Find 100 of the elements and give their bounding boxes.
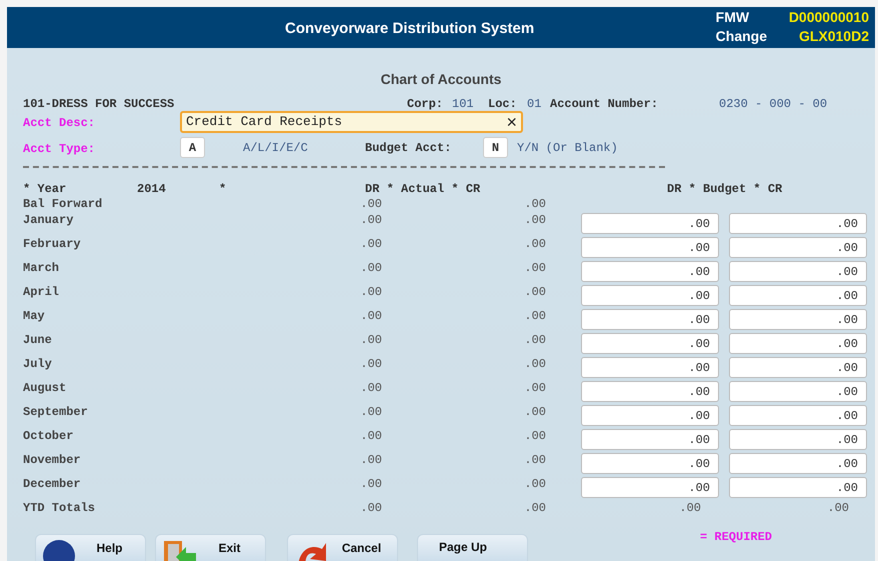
budget-input[interactable]: .00 bbox=[729, 381, 867, 402]
table-cell-text: .00 bbox=[523, 236, 546, 253]
budget-input[interactable]: .00 bbox=[729, 333, 867, 354]
table-cell-text: .00 bbox=[678, 500, 701, 517]
table-cell-text: .00 bbox=[359, 452, 382, 469]
table-cell-text: .00 bbox=[359, 476, 382, 493]
field-label: Acct Desc: bbox=[23, 115, 96, 132]
row-label: January bbox=[23, 212, 74, 229]
field-label: Budget Acct: bbox=[365, 140, 452, 157]
table-cell-text: .00 bbox=[523, 260, 546, 277]
account-number: 0230 - 000 - 00 bbox=[719, 96, 828, 113]
row-label: April bbox=[23, 284, 60, 301]
row-label: June bbox=[23, 332, 52, 349]
table-cell-text: .00 bbox=[359, 212, 382, 229]
budget-input[interactable]: .00 bbox=[581, 213, 719, 234]
budget-input[interactable]: .00 bbox=[729, 213, 867, 234]
row-label: May bbox=[23, 308, 45, 325]
budget-input[interactable]: .00 bbox=[729, 429, 867, 450]
toolbar-button[interactable]: Help bbox=[35, 534, 146, 561]
description-field[interactable]: Credit Card Receipts × bbox=[180, 111, 523, 133]
budget-input[interactable]: .00 bbox=[729, 285, 867, 306]
budget-input[interactable]: .00 bbox=[729, 453, 867, 474]
budget-input[interactable]: .00 bbox=[581, 477, 719, 498]
table-cell-text: .00 bbox=[359, 356, 382, 373]
table-cell-text: .00 bbox=[523, 196, 546, 213]
table-cell-text: .00 bbox=[359, 332, 382, 349]
table-cell-text: .00 bbox=[359, 284, 382, 301]
format-hint: A/L/I/E/C bbox=[243, 140, 308, 157]
window-title: Conveyorware Distribution System bbox=[285, 19, 534, 39]
row-label: August bbox=[23, 380, 66, 397]
budget-input[interactable]: .00 bbox=[729, 477, 867, 498]
required-note: = REQUIRED bbox=[700, 529, 772, 546]
row-label: December bbox=[23, 476, 81, 493]
table-cell-text: .00 bbox=[523, 356, 546, 373]
budget-acct-field[interactable]: N bbox=[483, 137, 508, 158]
page-title: Chart of Accounts bbox=[380, 70, 502, 87]
field-label: Acct Type: bbox=[23, 141, 96, 158]
company-name: 101-DRESS FOR SUCCESS bbox=[23, 96, 174, 113]
table-cell-text: .00 bbox=[523, 284, 546, 301]
table-cell-text: .00 bbox=[359, 380, 382, 397]
toolbar-button[interactable]: Page Up bbox=[417, 534, 528, 561]
table-cell-text: .00 bbox=[359, 404, 382, 421]
row-label: February bbox=[23, 236, 81, 253]
corp-label: Corp: bbox=[407, 96, 444, 113]
column-header: * bbox=[219, 181, 226, 198]
table-cell-text: .00 bbox=[359, 308, 382, 325]
table-cell-text: .00 bbox=[359, 196, 382, 213]
table-cell-text: .00 bbox=[523, 428, 546, 445]
account-number-label: Account Number: bbox=[550, 96, 658, 113]
budget-input[interactable]: .00 bbox=[729, 237, 867, 258]
year-value: 2014 bbox=[137, 181, 166, 198]
budget-input[interactable]: .00 bbox=[581, 237, 719, 258]
column-header: * Year bbox=[23, 181, 66, 198]
row-label: July bbox=[23, 356, 52, 373]
acct-type-field[interactable]: A bbox=[180, 137, 205, 158]
field-label: FMW bbox=[716, 8, 750, 27]
table-cell-text: .00 bbox=[359, 500, 382, 517]
budget-input[interactable]: .00 bbox=[729, 261, 867, 282]
table-cell-text: .00 bbox=[523, 380, 546, 397]
budget-input[interactable]: .00 bbox=[581, 357, 719, 378]
budget-input[interactable]: .00 bbox=[581, 261, 719, 282]
field-label: Change bbox=[716, 27, 767, 46]
row-label: Bal Forward bbox=[23, 196, 102, 213]
budget-input[interactable]: .00 bbox=[729, 357, 867, 378]
row-label: March bbox=[23, 260, 60, 277]
budget-input[interactable]: .00 bbox=[581, 381, 719, 402]
table-cell-text: .00 bbox=[359, 260, 382, 277]
budget-input[interactable]: .00 bbox=[581, 333, 719, 354]
budget-input[interactable]: .00 bbox=[581, 405, 719, 426]
row-label: November bbox=[23, 452, 81, 469]
row-label: September bbox=[23, 404, 88, 421]
loc-label: Loc: bbox=[488, 96, 517, 113]
door-arrow-icon bbox=[162, 539, 198, 561]
column-header: DR * Budget * CR bbox=[667, 181, 782, 198]
toolbar-button[interactable]: Cancel bbox=[287, 534, 398, 561]
budget-input[interactable]: .00 bbox=[581, 309, 719, 330]
field-value: GLX010D2 bbox=[798, 27, 869, 46]
table-cell-text: .00 bbox=[523, 500, 546, 517]
table-cell-text: .00 bbox=[359, 428, 382, 445]
table-cell-text: .00 bbox=[826, 500, 849, 517]
table-cell-text: .00 bbox=[359, 236, 382, 253]
budget-input[interactable]: .00 bbox=[729, 405, 867, 426]
toolbar-button[interactable]: Exit bbox=[155, 534, 266, 561]
format-hint: Y/N (Or Blank) bbox=[517, 140, 618, 157]
table-cell-text: .00 bbox=[523, 452, 546, 469]
budget-input[interactable]: .00 bbox=[581, 285, 719, 306]
table-cell-text: .00 bbox=[523, 404, 546, 421]
table-cell-text: .00 bbox=[523, 308, 546, 325]
column-header: DR * Actual * CR bbox=[365, 181, 480, 198]
table-cell-text: .00 bbox=[523, 332, 546, 349]
field-value: D000000010 bbox=[788, 8, 869, 27]
clear-button[interactable]: × bbox=[506, 113, 517, 131]
table-cell-text: .00 bbox=[523, 476, 546, 493]
table-cell-text: .00 bbox=[523, 212, 546, 229]
row-label: October bbox=[23, 428, 74, 445]
budget-input[interactable]: .00 bbox=[729, 309, 867, 330]
loc-value: 01 bbox=[527, 96, 542, 113]
budget-input[interactable]: .00 bbox=[581, 453, 719, 474]
budget-input[interactable]: .00 bbox=[581, 429, 719, 450]
corp-value: 101 bbox=[452, 96, 474, 113]
